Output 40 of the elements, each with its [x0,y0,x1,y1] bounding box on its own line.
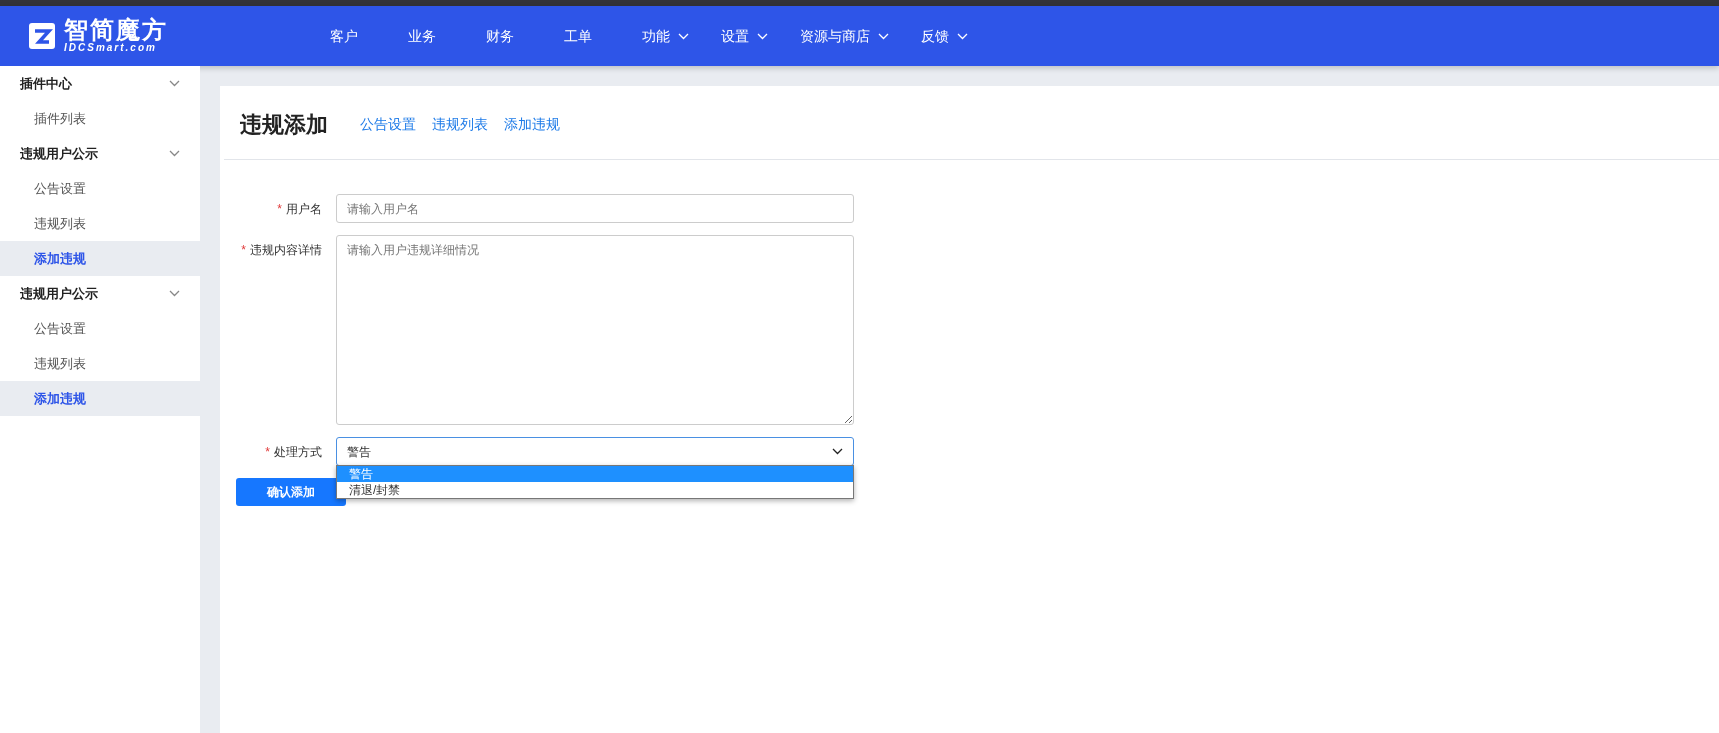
nav-menu-item[interactable]: 客户 [324,25,364,47]
nav-menu-item[interactable]: 业务 [402,25,442,47]
sidebar-item[interactable]: 公告设置 [0,311,200,346]
required-asterisk: * [265,445,270,459]
field-label: 用户名 [286,202,322,216]
nav-menu-item[interactable]: 设置 [715,25,774,47]
required-asterisk: * [277,202,282,216]
chevron-down-icon [169,80,180,87]
details-textarea[interactable]: 请输入用户违规详细情况 [336,235,854,425]
sidebar-group-header[interactable]: 违规用户公示 [0,136,200,171]
username-input[interactable]: 请输入用户名 [336,194,854,223]
required-asterisk: * [241,243,246,257]
sidebar-item[interactable]: 违规列表 [0,346,200,381]
sidebar-group-header[interactable]: 插件中心 [0,66,200,101]
chevron-down-icon [169,290,180,297]
chevron-down-icon [832,448,843,455]
sidebar-item[interactable]: 公告设置 [0,171,200,206]
nav-menu-item[interactable]: 功能 [636,25,695,47]
select-field[interactable]: 警告 [336,437,854,466]
logo-title: 智简魔方 [64,18,168,42]
sidebar-item[interactable]: 违规列表 [0,206,200,241]
sidebar-item[interactable]: 插件列表 [0,101,200,136]
breadcrumb-link[interactable]: 添加违规 [504,114,560,135]
field-label: 处理方式 [274,445,322,459]
nav-menu-item[interactable]: 工单 [558,25,598,47]
breadcrumb-link[interactable]: 公告设置 [360,114,416,135]
page-title: 违规添加 [240,111,328,139]
breadcrumb-link[interactable]: 违规列表 [432,114,488,135]
logo-icon [28,22,56,50]
submit-button[interactable]: 确认添加 [236,478,346,506]
nav-menu-item[interactable]: 资源与商店 [794,25,895,47]
logo-subtitle: IDCSmart.com [64,42,158,54]
sidebar-item[interactable]: 添加违规 [0,241,200,276]
field-label: 违规内容详情 [250,243,322,257]
nav-menu-item[interactable]: 反馈 [915,25,974,47]
sidebar-group-header[interactable]: 违规用户公示 [0,276,200,311]
chevron-down-icon [169,150,180,157]
dropdown-option[interactable]: 警告 [337,466,853,482]
nav-menu-item[interactable]: 财务 [480,25,520,47]
sidebar-item[interactable]: 添加违规 [0,381,200,416]
